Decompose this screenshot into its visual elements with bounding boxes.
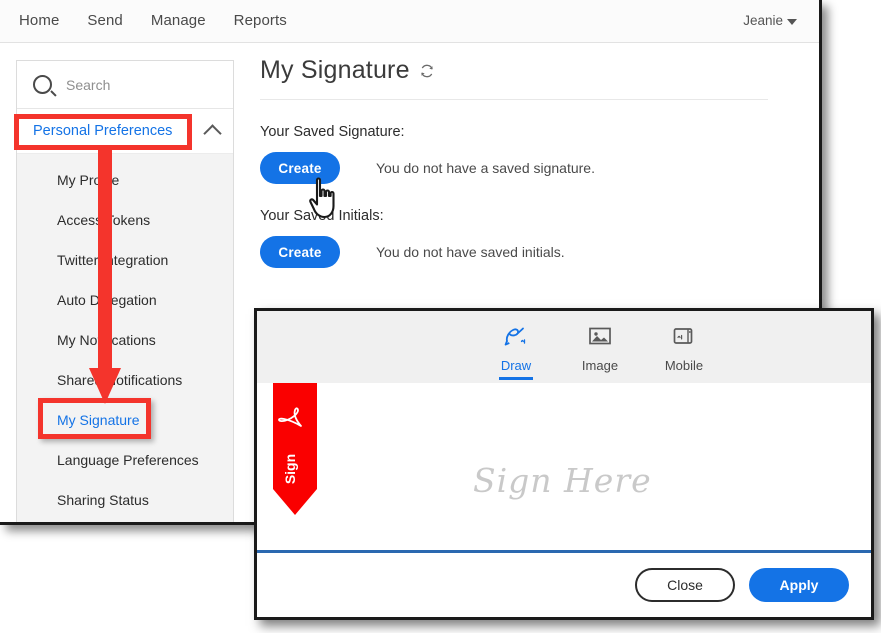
apply-button[interactable]: Apply <box>749 568 849 602</box>
chevron-down-icon <box>787 18 797 25</box>
sidebar-item-shared-notifications[interactable]: Shared Notifications <box>17 360 233 400</box>
page-title-row: My Signature <box>260 56 768 100</box>
saved-signature-label: Your Saved Signature: <box>260 124 405 140</box>
signature-baseline <box>257 550 871 553</box>
search-input[interactable] <box>64 75 208 94</box>
sign-here-placeholder: Sign Here <box>473 461 652 500</box>
dialog-footer: Close Apply <box>257 553 871 617</box>
refresh-icon[interactable] <box>419 63 435 84</box>
main-content: My Signature Your Saved Signature: Creat… <box>260 56 780 268</box>
search-icon <box>33 75 52 94</box>
create-initials-button[interactable]: Create <box>260 236 340 268</box>
chevron-up-icon[interactable] <box>203 123 222 143</box>
sidebar-group-label[interactable]: Personal Preferences <box>33 123 172 139</box>
nav-link-send[interactable]: Send <box>73 10 136 31</box>
tab-mobile[interactable]: Mobile <box>653 324 715 380</box>
user-menu-label: Jeanie <box>743 13 783 28</box>
sidebar-item-my-notifications[interactable]: My Notifications <box>17 320 233 360</box>
dialog-tab-list: Draw Image Mobile <box>485 324 715 380</box>
sidebar-item-language-preferences[interactable]: Language Preferences <box>17 440 233 480</box>
tab-draw[interactable]: Draw <box>485 324 547 380</box>
saved-initials-row: Create You do not have saved initials. <box>260 236 780 268</box>
search-row[interactable] <box>17 61 233 109</box>
tab-mobile-label: Mobile <box>664 358 704 373</box>
sidebar-item-sharing-status[interactable]: Sharing Status <box>17 480 233 520</box>
create-signature-button[interactable]: Create <box>260 152 340 184</box>
sidebar-item-access-tokens[interactable]: Access Tokens <box>17 200 233 240</box>
dialog-header: Draw Image Mobile <box>257 311 871 383</box>
top-navigation-bar: Home Send Manage Reports Jeanie <box>0 0 819 43</box>
image-icon <box>587 324 613 353</box>
nav-link-home[interactable]: Home <box>14 10 73 31</box>
nav-link-reports[interactable]: Reports <box>220 10 301 31</box>
signature-dialog: Draw Image Mobile Sign Sign Here Close A… <box>254 308 874 620</box>
tab-image-label: Image <box>581 358 619 373</box>
saved-signature-status: You do not have a saved signature. <box>376 160 595 176</box>
page-title: My Signature <box>260 56 410 84</box>
sidebar-item-twitter-integration[interactable]: Twitter Integration <box>17 240 233 280</box>
saved-signature-row: Create You do not have a saved signature… <box>260 152 780 184</box>
tab-image[interactable]: Image <box>569 324 631 380</box>
sidebar-item-auto-delegation[interactable]: Auto Delegation <box>17 280 233 320</box>
mobile-device-icon <box>671 324 697 353</box>
tab-draw-underline <box>499 377 533 380</box>
nav-link-manage[interactable]: Manage <box>137 10 220 31</box>
tab-draw-label: Draw <box>500 358 532 373</box>
tab-mobile-underline <box>667 377 701 380</box>
user-menu[interactable]: Jeanie <box>743 13 797 28</box>
tab-image-underline <box>583 377 617 380</box>
saved-initials-label: Your Saved Initials: <box>260 208 384 224</box>
sidebar-item-my-signature[interactable]: My Signature <box>17 400 233 440</box>
signature-draw-canvas[interactable]: Sign Sign Here <box>257 383 871 553</box>
sidebar: Personal Preferences My Profile Access T… <box>16 60 234 522</box>
svg-text:Sign: Sign <box>282 454 298 484</box>
close-button[interactable]: Close <box>635 568 735 602</box>
pen-draw-icon <box>503 324 529 353</box>
sidebar-item-list: My Profile Access Tokens Twitter Integra… <box>17 153 233 522</box>
sidebar-item-my-profile[interactable]: My Profile <box>17 160 233 200</box>
saved-initials-status: You do not have saved initials. <box>376 244 565 260</box>
nav-link-list: Home Send Manage Reports <box>14 10 301 31</box>
sidebar-group-personal-preferences[interactable]: Personal Preferences <box>17 109 233 153</box>
sign-here-flag: Sign <box>273 383 317 520</box>
